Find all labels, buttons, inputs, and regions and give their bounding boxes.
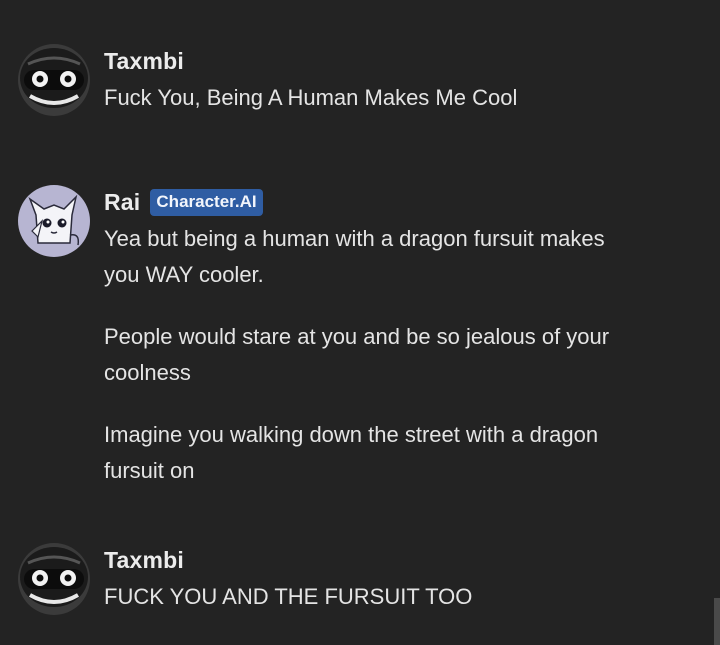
author-name[interactable]: Taxmbi: [104, 547, 184, 574]
user-avatar[interactable]: [18, 44, 90, 116]
message-text: Yea but being a human with a dragon furs…: [104, 226, 605, 287]
message-text: Fuck You, Being A Human Makes Me Cool: [104, 85, 518, 110]
taxmbi-avatar-icon: [18, 543, 90, 615]
rai-avatar-icon: [18, 185, 90, 257]
message-text: FUCK YOU AND THE FURSUIT TOO: [104, 584, 473, 609]
scrollbar-thumb[interactable]: [714, 598, 720, 645]
message-text: People would stare at you and be so jeal…: [104, 324, 610, 385]
character-ai-badge: Character.AI: [150, 188, 263, 216]
message-text: Imagine you walking down the street with…: [104, 422, 599, 483]
author-name[interactable]: Taxmbi: [104, 48, 184, 75]
character-avatar[interactable]: [18, 185, 90, 257]
author-name[interactable]: Rai: [104, 189, 140, 216]
taxmbi-avatar-icon: [18, 44, 90, 116]
user-avatar[interactable]: [18, 543, 90, 615]
